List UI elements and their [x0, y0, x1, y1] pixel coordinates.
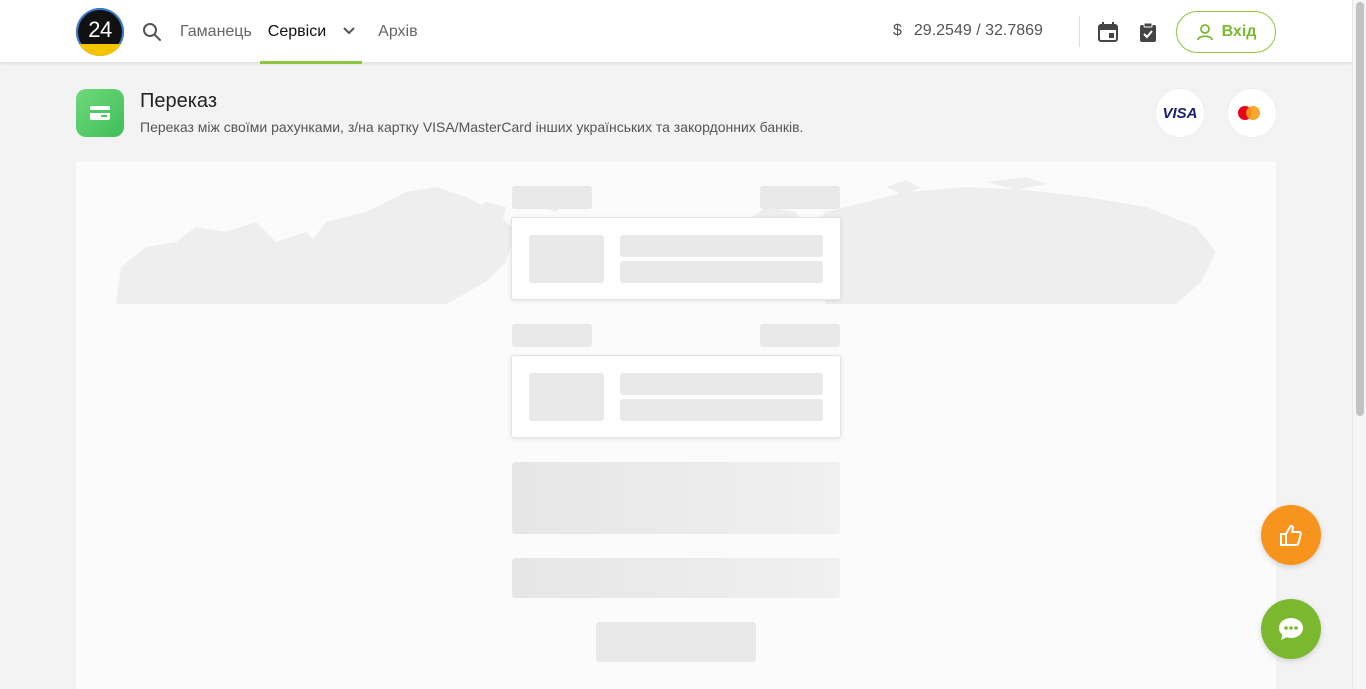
skeleton-label	[760, 186, 840, 209]
chevron-down-icon	[343, 27, 355, 35]
privat24-logo[interactable]: 24	[76, 8, 124, 56]
nav-archive-label: Архів	[378, 22, 418, 40]
user-icon	[1196, 24, 1213, 41]
page-subtitle: Переказ між своїми рахунками, з/на картк…	[140, 119, 804, 135]
login-button[interactable]: Вхід	[1176, 11, 1276, 53]
exchange-rate[interactable]: $ 29.2549 / 32.7869	[893, 22, 1043, 40]
page-title: Переказ	[140, 90, 218, 112]
header-divider	[1079, 16, 1080, 47]
page-scrollbar[interactable]	[1352, 0, 1366, 689]
nav-services-label: Сервіси	[267, 22, 327, 40]
currency-symbol: $	[893, 22, 902, 39]
nav-item-archive[interactable]: Архів	[378, 0, 417, 63]
transfer-form-container	[76, 162, 1276, 689]
skeleton-submit-button	[596, 622, 756, 662]
top-header: 24 Гаманець Сервіси Архів $ 29.2549 / 32…	[0, 0, 1352, 64]
skeleton-label	[760, 324, 840, 347]
feedback-like-button[interactable]	[1261, 505, 1321, 565]
skeleton-input-field	[512, 558, 840, 598]
card-selector-placeholder	[511, 355, 841, 438]
visa-logo: VISA	[1156, 89, 1204, 137]
chat-icon	[1279, 618, 1303, 640]
nav-wallet-label: Гаманець	[180, 22, 252, 40]
rate-value: 29.2549 / 32.7869	[913, 22, 1043, 39]
thumbs-up-icon	[1280, 524, 1302, 546]
credit-card-icon	[76, 89, 124, 137]
main-nav: Гаманець Сервіси Архів	[180, 0, 418, 64]
skeleton-label	[512, 324, 592, 347]
nav-item-wallet[interactable]: Гаманець	[180, 0, 252, 63]
skeleton-line	[620, 261, 823, 283]
chat-button[interactable]	[1261, 599, 1321, 659]
clipboard-check-icon[interactable]	[1137, 21, 1159, 43]
skeleton-line	[620, 373, 823, 395]
skeleton-card-image	[529, 235, 604, 283]
skeleton-label	[512, 186, 592, 209]
mastercard-logo	[1228, 89, 1276, 137]
card-selector-placeholder	[511, 217, 841, 300]
skeleton-line	[620, 399, 823, 421]
skeleton-line	[620, 235, 823, 257]
skeleton-card-image	[529, 373, 604, 421]
calendar-icon[interactable]	[1097, 21, 1119, 43]
search-icon[interactable]	[140, 20, 164, 44]
visa-label: VISA	[1162, 104, 1198, 122]
login-label: Вхід	[1221, 23, 1257, 40]
mastercard-orange-circle	[1246, 106, 1260, 120]
scrollbar-thumb[interactable]	[1356, 2, 1364, 416]
skeleton-amount-field	[512, 462, 840, 534]
logo-text: 24	[88, 17, 112, 42]
nav-item-services[interactable]: Сервіси	[259, 0, 363, 64]
